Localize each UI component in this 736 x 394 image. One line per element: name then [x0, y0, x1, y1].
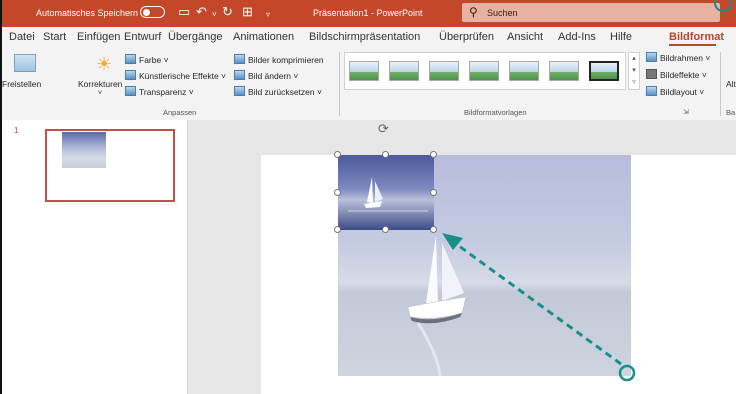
drag-arrow-line: [447, 236, 622, 366]
annotation-overlay: [442, 233, 636, 382]
drag-start-circle-icon: [618, 364, 636, 382]
powerpoint-window: Automatisches Speichern ▭ ↶ ˅ ↻ ⊞ ▿ Präs…: [0, 0, 736, 394]
